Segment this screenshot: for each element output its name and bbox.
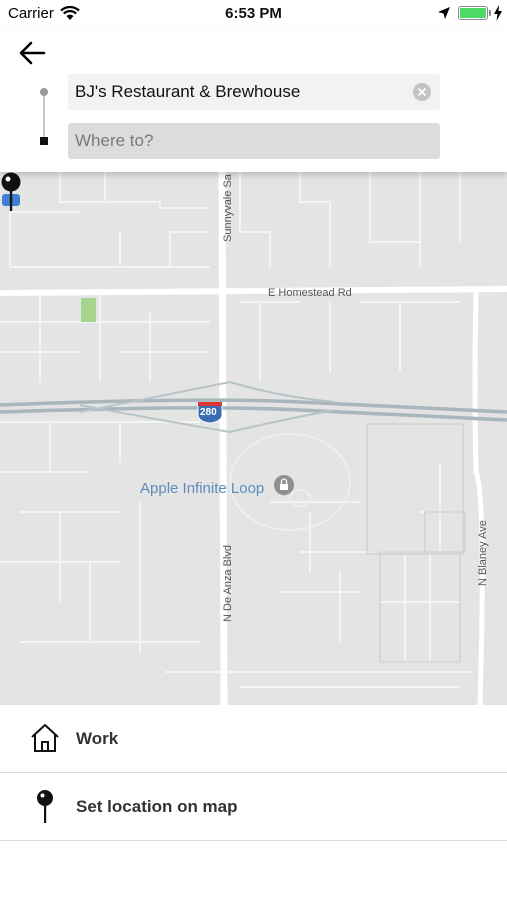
list-item-label: Work bbox=[76, 729, 119, 748]
map-pin-icon bbox=[37, 790, 53, 823]
road-label-de-anza: N De Anza Blvd bbox=[222, 544, 234, 622]
back-arrow-icon[interactable] bbox=[16, 36, 50, 70]
destination-input[interactable] bbox=[68, 123, 408, 159]
battery-icon bbox=[458, 6, 488, 20]
route-connector bbox=[43, 96, 45, 137]
status-bar: Carrier 6:53 PM bbox=[0, 0, 507, 28]
list-item-work[interactable]: Work bbox=[0, 705, 507, 773]
battery-fill bbox=[460, 8, 486, 18]
list-item-set-location-on-map[interactable]: Set location on map bbox=[0, 773, 507, 841]
park-area bbox=[81, 298, 96, 322]
clock: 6:53 PM bbox=[225, 5, 282, 22]
location-arrow-icon bbox=[438, 7, 450, 19]
suggestion-list: Work Set location on map bbox=[0, 705, 507, 841]
road-label-blaney: N Blaney Ave bbox=[477, 520, 489, 586]
poi-label: Apple Infinite Loop bbox=[140, 480, 265, 497]
interstate-shield-label: 280 bbox=[200, 407, 217, 418]
home-icon bbox=[31, 724, 59, 752]
destination-square-icon bbox=[40, 137, 48, 145]
charging-bolt-icon bbox=[494, 5, 502, 21]
pickup-dot-icon bbox=[40, 88, 48, 96]
road-label-homestead: E Homestead Rd bbox=[268, 287, 352, 299]
battery-tip bbox=[489, 10, 491, 16]
list-item-label: Set location on map bbox=[76, 797, 238, 816]
clear-icon[interactable] bbox=[413, 83, 431, 101]
search-panel bbox=[0, 28, 507, 172]
map-canvas bbox=[0, 172, 507, 705]
road-label-sunnyvale: Sunnyvale Sa bbox=[222, 174, 234, 242]
map-view[interactable]: Sunnyvale Sa E Homestead Rd 280 N De Anz… bbox=[0, 172, 507, 705]
destination-field bbox=[68, 123, 440, 159]
pickup-input[interactable] bbox=[68, 74, 408, 110]
pickup-field bbox=[68, 74, 440, 110]
selected-location-pin-icon[interactable] bbox=[0, 172, 22, 212]
